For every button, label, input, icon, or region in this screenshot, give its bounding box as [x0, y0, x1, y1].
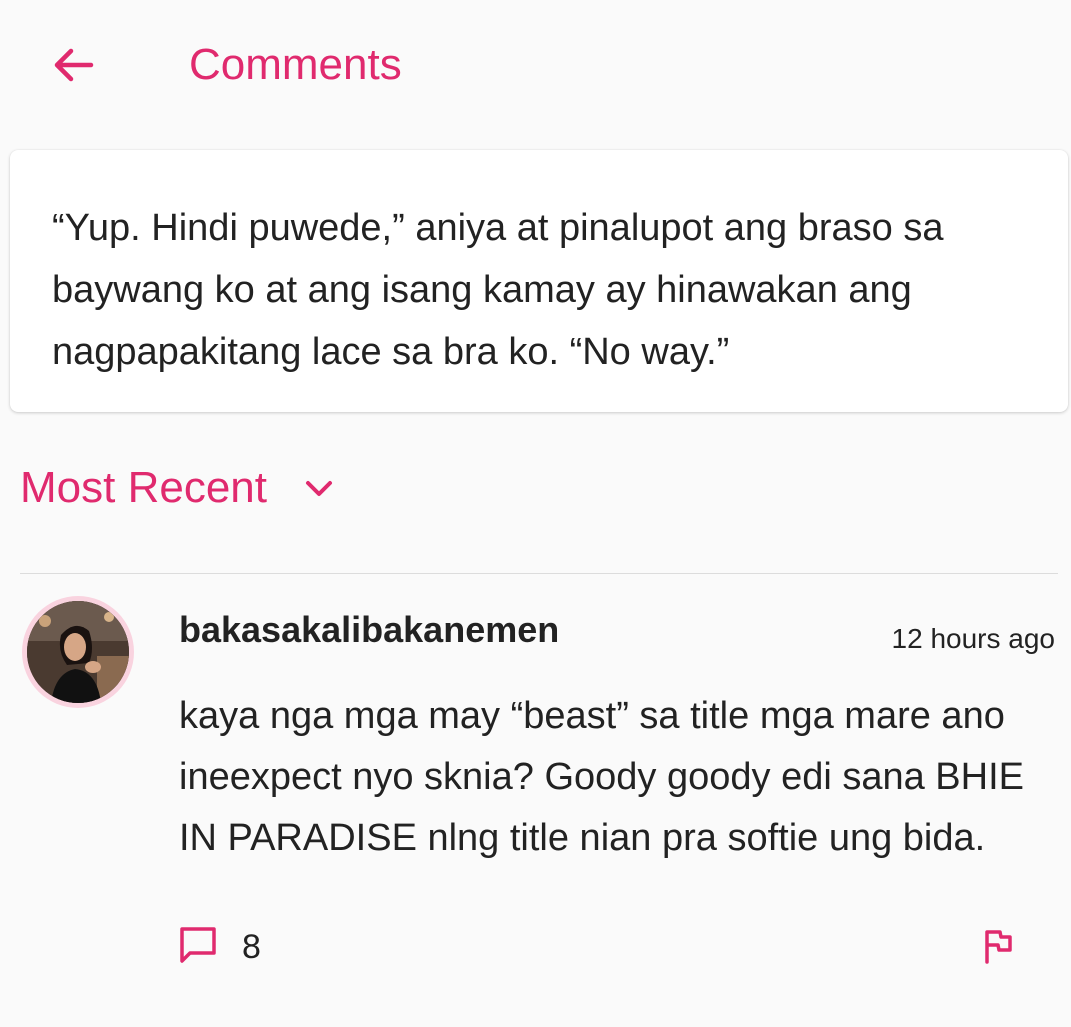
quote-card: “Yup. Hindi puwede,” aniya at pinalupot … — [10, 150, 1068, 412]
comment-icon — [178, 925, 218, 970]
sort-label: Most Recent — [20, 463, 267, 512]
header-bar: Comments — [0, 0, 1071, 130]
quote-text: “Yup. Hindi puwede,” aniya at pinalupot … — [52, 207, 944, 373]
avatar-image — [27, 601, 129, 703]
arrow-left-icon — [51, 43, 95, 92]
report-button[interactable] — [976, 926, 1020, 970]
page-title: Comments — [189, 40, 402, 89]
flag-icon — [982, 928, 1014, 969]
back-button[interactable] — [46, 40, 100, 94]
sort-dropdown[interactable]: Most Recent — [20, 458, 335, 518]
comment-username[interactable]: bakasakalibakanemen — [179, 608, 559, 652]
replies-button[interactable]: 8 — [178, 924, 261, 970]
chevron-down-icon — [303, 472, 335, 504]
comment-timestamp: 12 hours ago — [891, 623, 1055, 654]
reply-count: 8 — [242, 928, 261, 966]
comment-text: kaya nga mga may “beast” sa title mga ma… — [179, 695, 1024, 859]
comment-item: bakasakalibakanemen 12 hours ago kaya ng… — [0, 574, 1071, 1027]
avatar[interactable] — [22, 596, 134, 708]
